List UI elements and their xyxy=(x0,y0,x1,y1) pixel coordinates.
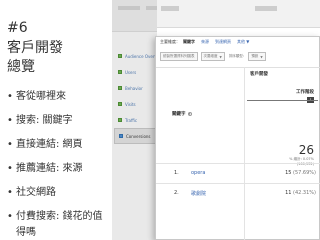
bullet-item: • 付費搜索: 錢花的值得嗎 xyxy=(7,209,112,238)
keyword-column-header: 關鍵字 ? xyxy=(172,111,192,117)
dimension-landing-page[interactable]: 到達網頁 xyxy=(212,39,234,45)
row-keyword-link[interactable]: 歌劇院 xyxy=(191,190,206,197)
acquisition-header: 客戶開發 xyxy=(250,72,268,77)
report-icon xyxy=(118,70,122,74)
help-icon[interactable]: ? xyxy=(187,112,192,116)
sidebar-item-label: Traffic xyxy=(125,117,138,123)
slide-title-line-1: 客戶開發 xyxy=(7,40,63,56)
bullet-item: • 客從哪裡來 xyxy=(7,89,112,113)
bullet-dot: • xyxy=(7,163,13,174)
table-controls: 繪製所選資料列圖表 次要維度 ▼ 排序類型： 預設 ▼ xyxy=(160,52,269,61)
primary-dimension-row: 主要維度： 關鍵字 來源 到達網頁 其他 ▼ xyxy=(160,39,252,45)
dimension-other-label: 其他 xyxy=(237,39,245,44)
row-sessions-percent: (57.69%) xyxy=(293,170,316,176)
bullet-text: 社交網路 xyxy=(16,187,56,198)
bullet-text: 客從哪裡來 xyxy=(16,91,66,102)
analytics-screenshot: Audience Overview Users Behavior Visits … xyxy=(112,0,320,240)
report-icon xyxy=(118,86,122,90)
chevron-down-icon: ▼ xyxy=(260,54,263,59)
table-row: 2. 歌劇院 11 (42.31%) xyxy=(156,183,320,203)
bullet-text: 搜索: 關鍵字 xyxy=(16,115,73,126)
sidebar-item-label: Users xyxy=(125,69,137,75)
header-tab xyxy=(118,6,140,10)
slide-title: 客戶開發 總覽 xyxy=(7,39,112,77)
row-rank: 1. xyxy=(174,170,179,176)
bullet-text: 推薦連結: 來源 xyxy=(16,163,83,174)
table-group-header: 客戶開發 xyxy=(156,67,320,81)
bullet-dot: • xyxy=(7,115,13,126)
sidebar-item-label: Visits xyxy=(125,101,136,107)
header-placeholder xyxy=(161,6,179,11)
slide-title-line-2: 總覽 xyxy=(7,59,35,75)
chevron-down-icon: ▼ xyxy=(246,39,250,44)
row-keyword-link[interactable]: opera xyxy=(191,170,205,176)
dimension-other[interactable]: 其他 ▼ xyxy=(234,39,252,45)
keyword-report-panel: 主要維度： 關鍵字 來源 到達網頁 其他 ▼ 繪製所選資料列圖表 次要維度 ▼ 排… xyxy=(155,36,320,240)
bullet-text: 直接連結: 網頁 xyxy=(16,139,83,150)
report-icon xyxy=(118,118,122,122)
sessions-header-label: 工作階段 xyxy=(296,90,314,95)
row-sessions-percent: (42.31%) xyxy=(293,190,316,196)
row-sessions-value: 15 xyxy=(285,170,292,176)
dimension-keyword[interactable]: 關鍵字 xyxy=(180,39,198,45)
report-icon xyxy=(119,134,123,138)
slide-number: #6 xyxy=(7,20,28,36)
keyword-header-label: 關鍵字 xyxy=(172,112,186,117)
header-placeholder xyxy=(255,6,277,11)
sessions-total-value: 26 xyxy=(298,143,314,157)
row-sessions: 15 (57.69%) xyxy=(285,170,316,176)
secondary-dimension-select[interactable]: 次要維度 ▼ xyxy=(200,52,225,61)
row-rank: 2. xyxy=(174,190,179,196)
sessions-column-header[interactable]: 工作階段 ↓ xyxy=(247,87,318,115)
row-sessions-value: 11 xyxy=(285,190,292,196)
bullet-dot: • xyxy=(7,187,13,198)
table-row: 1. opera 15 (57.69%) xyxy=(156,163,320,183)
sort-type-label: 排序類型： xyxy=(228,54,247,58)
dimension-source[interactable]: 來源 xyxy=(198,39,212,45)
row-sessions: 11 (42.31%) xyxy=(285,190,316,196)
bullet-item: • 社交網路 xyxy=(7,185,112,209)
sidebar-item-label: Behavior xyxy=(125,85,143,91)
bullet-list: • 客從哪裡來 • 搜索: 關鍵字 • 直接連結: 網頁 • 推薦連結: 來源 • 社交網… xyxy=(7,89,112,238)
bullet-dot: • xyxy=(7,211,13,222)
report-icon xyxy=(118,54,122,58)
bullet-dot: • xyxy=(7,91,13,102)
secondary-dimension-label: 次要維度 xyxy=(203,54,218,58)
bullet-item: • 推薦連結: 來源 xyxy=(7,161,112,185)
column-divider xyxy=(244,67,245,240)
bullet-dot: • xyxy=(7,139,13,150)
sidebar-item-label: Conversions xyxy=(126,133,151,139)
primary-dimension-label: 主要維度： xyxy=(160,39,180,44)
plot-rows-button[interactable]: 繪製所選資料列圖表 xyxy=(160,52,198,61)
slide-panel: #6 客戶開發 總覽 • 客從哪裡來 • 搜索: 關鍵字 • 直接連結: 網頁 • 推薦… xyxy=(0,0,112,240)
chevron-down-icon: ▼ xyxy=(219,54,222,59)
bullet-text: 付費搜索: 錢花的值得嗎 xyxy=(16,211,103,238)
bullet-item: • 直接連結: 網頁 xyxy=(7,137,112,161)
report-icon xyxy=(118,102,122,106)
header-underline xyxy=(247,100,318,101)
report-header xyxy=(157,0,320,28)
sort-type-value: 預設 xyxy=(251,54,259,58)
sort-type-select[interactable]: 預設 ▼ xyxy=(248,52,266,61)
bullet-item: • 搜索: 關鍵字 xyxy=(7,113,112,137)
